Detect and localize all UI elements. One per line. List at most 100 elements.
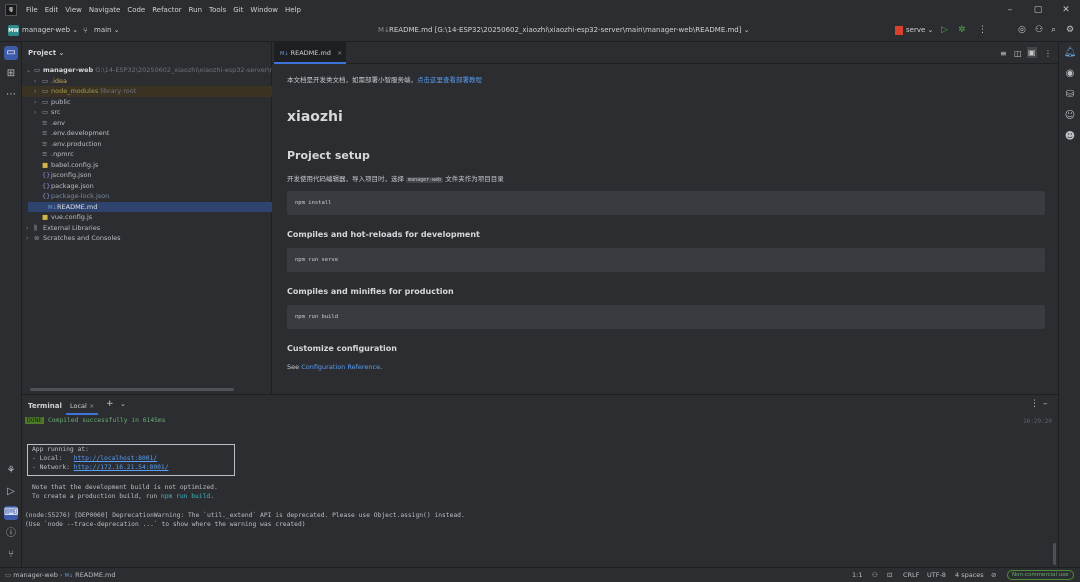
config-reference-link[interactable]: Configuration Reference <box>301 363 380 371</box>
terminal-panel: Terminal Local × + ⌄ ⋮ – DONE Compiled s… <box>22 394 1058 567</box>
structure-icon[interactable]: ⊞ <box>4 67 18 81</box>
account-icon[interactable]: ⚇ <box>1035 25 1043 36</box>
split-view-icon[interactable]: ◫ <box>1014 48 1022 59</box>
tree-item-env[interactable]: ≡ .env <box>22 118 272 129</box>
menu-run[interactable]: Run <box>189 6 202 14</box>
menu-edit[interactable]: Edit <box>45 6 59 14</box>
ai-assistant-icon[interactable]: ◎ <box>1018 25 1026 36</box>
close-tab-icon[interactable]: × <box>337 49 342 57</box>
menu-tools[interactable]: Tools <box>209 6 226 14</box>
terminal-dropdown-icon[interactable]: ⌄ <box>120 399 126 410</box>
project-badge[interactable]: MW <box>8 25 19 36</box>
branch-icon: ⑂ <box>83 26 88 35</box>
git-tool-icon[interactable]: ⑂ <box>4 548 18 562</box>
terminal-options-icon[interactable]: ⋮ <box>1030 399 1039 410</box>
maximize-icon[interactable]: ▢ <box>1024 0 1052 20</box>
debug-icon[interactable]: ✲ <box>958 25 966 36</box>
menu-view[interactable]: View <box>65 6 82 14</box>
code-block-build: npm run build <box>287 305 1045 329</box>
editor-only-icon[interactable]: ≡ <box>1000 48 1007 59</box>
readonly-lock-icon[interactable]: ⊡ <box>887 571 892 579</box>
indent-setting[interactable]: 4 spaces <box>955 571 984 579</box>
heading-hot-reload: Compiles and hot-reloads for development <box>287 230 480 239</box>
services-icon[interactable]: ⚘ <box>4 464 18 478</box>
menu-code[interactable]: Code <box>127 6 145 14</box>
breadcrumb-md-icon: M↓ <box>64 573 74 579</box>
terminal-tool-icon[interactable]: ⌨ <box>4 506 18 520</box>
tree-item-env-development[interactable]: ≡ .env.development <box>22 128 272 139</box>
breadcrumb: ▭ manager-web › M↓ README.md <box>5 571 116 579</box>
menu-file[interactable]: File <box>26 6 38 14</box>
close-terminal-tab-icon[interactable]: × <box>89 402 94 410</box>
minimize-icon[interactable]: – <box>996 0 1024 20</box>
problems-icon[interactable]: ⓘ <box>4 527 18 541</box>
license-badge[interactable]: Non-commercial use <box>1007 570 1074 580</box>
project-panel-title[interactable]: Project ⌄ <box>28 49 64 57</box>
vcs-icon[interactable]: ⊘ <box>991 571 996 579</box>
project-switcher[interactable]: manager-web ⌄ <box>22 26 78 34</box>
file-encoding[interactable]: UTF-8 <box>927 571 946 579</box>
search-icon[interactable]: ⌕ <box>1051 25 1056 36</box>
breadcrumb-file[interactable]: README.md <box>75 571 115 579</box>
tree-item-package-json[interactable]: {}package.json <box>22 181 272 192</box>
tab-readme[interactable]: M↓ README.md × <box>274 42 346 64</box>
tree-item-babel-config[interactable]: ■ babel.config.js <box>22 160 272 171</box>
tree-item-public[interactable]: › ▭ public <box>22 97 272 108</box>
new-terminal-icon[interactable]: + <box>106 399 114 410</box>
caret-position[interactable]: 1:1 <box>852 571 862 579</box>
heading-minify: Compiles and minifies for production <box>287 287 454 296</box>
run-tool-icon[interactable]: ▷ <box>4 485 18 499</box>
tree-item-src[interactable]: › ▭ src <box>22 107 272 118</box>
tree-item-readme[interactable]: M↓README.md <box>28 201 272 212</box>
right-tool-strip: 🔔︎ ◉ ⛁ ☺ ☻ <box>1058 42 1080 567</box>
tree-item-package-lock[interactable]: {}package-lock.json <box>22 191 272 202</box>
terminal-title: Terminal <box>28 402 62 410</box>
tree-item-vue-config[interactable]: ■ vue.config.js <box>22 212 272 223</box>
run-config-icon <box>895 26 903 35</box>
main-toolbar: MW manager-web ⌄ ⑂ main ⌄ M↓ README.md [… <box>0 20 1080 42</box>
ai-chat-icon[interactable]: ◉ <box>1063 67 1077 81</box>
note-line-1: Note that the development build is not o… <box>32 484 218 491</box>
project-horizontal-scrollbar[interactable] <box>30 388 234 391</box>
breadcrumb-project[interactable]: manager-web <box>13 571 58 579</box>
tree-item-idea[interactable]: › ▭ .idea <box>22 76 272 87</box>
ai-status-icon[interactable]: ⚇ <box>872 571 878 579</box>
assistant-icon[interactable]: ☻ <box>1063 130 1077 144</box>
project-tool-folder-icon[interactable]: ▭ <box>4 46 18 60</box>
tree-item-node-modules[interactable]: › ▭ node_modules library root <box>22 86 272 97</box>
menu-refactor[interactable]: Refactor <box>152 6 181 14</box>
terminal-tab-local[interactable]: Local × <box>66 397 99 415</box>
database-icon[interactable]: ⛁ <box>1063 88 1077 102</box>
tree-root[interactable]: ⌄ ▭ manager-web G:\14-ESP32\20250602_xiaoz… <box>22 65 286 76</box>
module-icon: ▭ <box>5 571 12 579</box>
preview-only-icon[interactable]: ▣ <box>1027 47 1037 58</box>
copilot-icon[interactable]: ☺ <box>1063 109 1077 123</box>
hide-terminal-icon[interactable]: – <box>1043 399 1048 410</box>
more-icon[interactable]: ⋮ <box>978 25 987 36</box>
menu-help[interactable]: Help <box>285 6 301 14</box>
run-icon[interactable]: ▷ <box>941 25 948 36</box>
menu-git[interactable]: Git <box>233 6 243 14</box>
tree-item-jsconfig[interactable]: {}jsconfig.json <box>22 170 272 181</box>
tree-item-npmrc[interactable]: ≡ .npmrc <box>22 149 272 160</box>
status-bar: ▭ manager-web › M↓ README.md 1:1 ⚇ ⊡ CRL… <box>0 567 1080 582</box>
notifications-icon[interactable]: 🔔︎ <box>1063 46 1077 60</box>
run-config-selector[interactable]: serve ⌄ <box>906 26 933 34</box>
settings-gear-icon[interactable]: ⚙ <box>1066 25 1074 36</box>
tree-item-env-production[interactable]: ≡ .env.production <box>22 139 272 150</box>
tree-scratches[interactable]: › ⊜ Scratches and Consoles <box>22 233 272 244</box>
terminal-vertical-scrollbar[interactable] <box>1053 543 1056 565</box>
menu-window[interactable]: Window <box>250 6 278 14</box>
window-title[interactable]: README.md [G:\14-ESP32\20250602_xiaozhi\… <box>389 26 750 34</box>
network-url-link[interactable]: http://172.16.21.54:8001/ <box>74 464 169 471</box>
menu-navigate[interactable]: Navigate <box>89 6 120 14</box>
branch-switcher[interactable]: main ⌄ <box>94 26 120 34</box>
close-window-icon[interactable]: ✕ <box>1052 0 1080 20</box>
md-file-icon: M↓ <box>280 51 289 57</box>
deploy-guide-link[interactable]: 点击这里查看部署教程 <box>417 76 482 84</box>
local-url-link[interactable]: http://localhost:8001/ <box>74 455 157 462</box>
more-tools-icon[interactable]: ⋯ <box>4 88 18 102</box>
tree-external-libraries[interactable]: › ⫼ External Libraries <box>22 223 272 234</box>
line-separator[interactable]: CRLF <box>903 571 919 579</box>
editor-more-icon[interactable]: ⋮ <box>1044 48 1052 59</box>
